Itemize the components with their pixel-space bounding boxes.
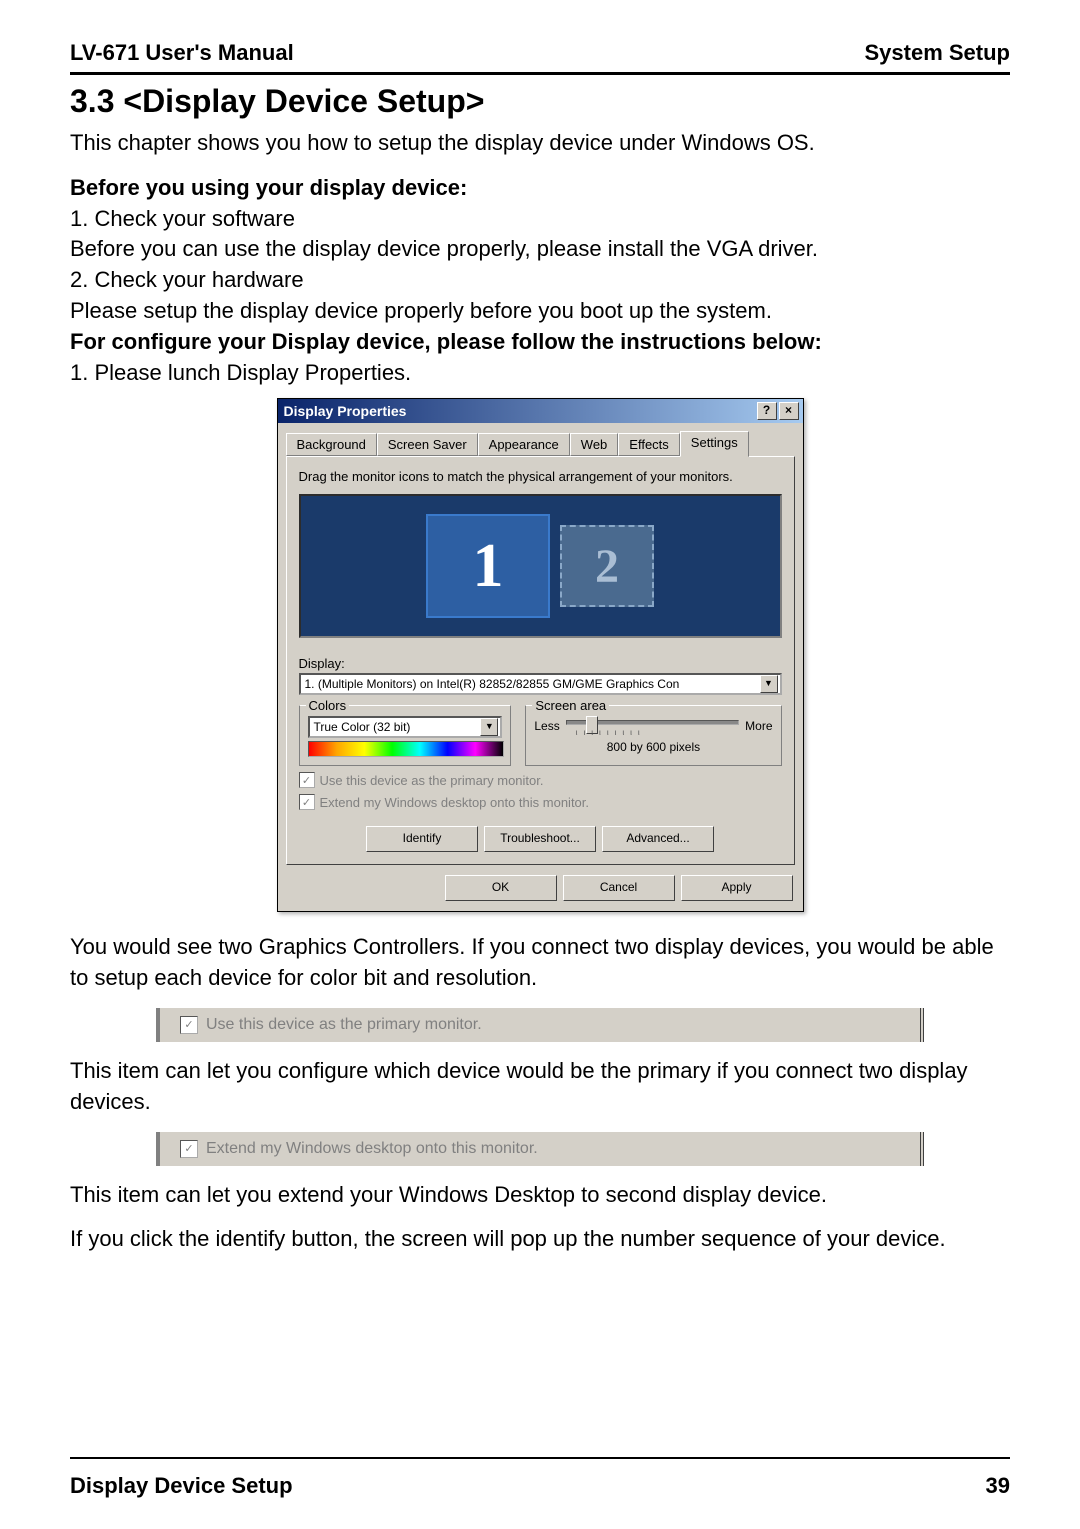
colors-group: Colors True Color (32 bit) ▼ (299, 705, 512, 766)
config-heading: For configure your Display device, pleas… (70, 327, 1010, 358)
tab-strip: Background Screen Saver Appearance Web E… (286, 431, 795, 456)
snippet-extend: ✓ Extend my Windows desktop onto this mo… (156, 1132, 924, 1166)
dialog-title: Display Properties (284, 403, 407, 419)
config-step1: 1. Please lunch Display Properties. (70, 358, 1010, 389)
screen-area-group: Screen area Less ιιιιιιιιι More 800 by 6… (525, 705, 781, 766)
primary-monitor-label: Use this device as the primary monitor. (320, 773, 544, 788)
footer-rule (70, 1457, 1010, 1459)
resolution-slider[interactable]: ιιιιιιιιι (566, 716, 739, 736)
extend-desktop-checkbox-row: ✓ Extend my Windows desktop onto this mo… (299, 794, 782, 810)
step1-desc: Before you can use the display device pr… (70, 234, 1010, 265)
primary-monitor-checkbox-row: ✓ Use this device as the primary monitor… (299, 772, 782, 788)
identify-button[interactable]: Identify (366, 826, 478, 852)
section-title: 3.3 <Display Device Setup> (70, 83, 1010, 120)
slider-less-label: Less (534, 719, 559, 733)
header-left: LV-671 User's Manual (70, 40, 294, 66)
extend-desktop-label: Extend my Windows desktop onto this moni… (320, 795, 590, 810)
colors-group-title: Colors (306, 698, 350, 713)
step2: 2. Check your hardware (70, 265, 1010, 296)
slider-more-label: More (745, 719, 772, 733)
tab-background[interactable]: Background (286, 433, 377, 456)
troubleshoot-button[interactable]: Troubleshoot... (484, 826, 596, 852)
dropdown-arrow-icon[interactable]: ▼ (760, 675, 778, 693)
screen-area-title: Screen area (532, 698, 609, 713)
tab-effects[interactable]: Effects (618, 433, 680, 456)
before-heading: Before you using your display device: (70, 173, 1010, 204)
cancel-button[interactable]: Cancel (563, 875, 675, 901)
footer-left: Display Device Setup (70, 1473, 293, 1499)
resolution-value: 800 by 600 pixels (534, 740, 772, 754)
close-button[interactable]: × (779, 402, 799, 420)
snippet-extend-checkbox: ✓ (180, 1140, 198, 1158)
ok-button[interactable]: OK (445, 875, 557, 901)
advanced-button[interactable]: Advanced... (602, 826, 714, 852)
tab-web[interactable]: Web (570, 433, 619, 456)
tab-settings[interactable]: Settings (680, 431, 749, 457)
monitor-arrangement[interactable]: 1 2 (299, 494, 782, 638)
snippet-extend-label: Extend my Windows desktop onto this moni… (206, 1140, 538, 1158)
para-after-dialog: You would see two Graphics Controllers. … (70, 932, 1010, 994)
para-identify: If you click the identify button, the sc… (70, 1224, 1010, 1255)
para-snippet2: This item can let you extend your Window… (70, 1180, 1010, 1211)
colors-dropdown-value: True Color (32 bit) (314, 720, 411, 734)
extend-desktop-checkbox[interactable]: ✓ (299, 794, 315, 810)
display-dropdown-value: 1. (Multiple Monitors) on Intel(R) 82852… (305, 677, 680, 691)
settings-panel: Drag the monitor icons to match the phys… (286, 456, 795, 865)
footer-page-number: 39 (986, 1473, 1010, 1499)
color-spectrum-bar (308, 741, 505, 757)
dialog-titlebar: Display Properties ? × (278, 399, 803, 423)
tab-screensaver[interactable]: Screen Saver (377, 433, 478, 456)
primary-monitor-checkbox[interactable]: ✓ (299, 772, 315, 788)
header-rule (70, 72, 1010, 75)
step1: 1. Check your software (70, 204, 1010, 235)
header-right: System Setup (865, 40, 1011, 66)
snippet-primary-checkbox: ✓ (180, 1016, 198, 1034)
drag-instruction: Drag the monitor icons to match the phys… (299, 469, 782, 484)
display-dropdown[interactable]: 1. (Multiple Monitors) on Intel(R) 82852… (299, 673, 782, 695)
help-button[interactable]: ? (757, 402, 777, 420)
apply-button[interactable]: Apply (681, 875, 793, 901)
monitor-1-icon[interactable]: 1 (426, 514, 550, 618)
dropdown-arrow-icon[interactable]: ▼ (480, 718, 498, 736)
colors-dropdown[interactable]: True Color (32 bit) ▼ (308, 716, 503, 738)
display-properties-dialog: Display Properties ? × Background Screen… (277, 398, 804, 912)
snippet-primary: ✓ Use this device as the primary monitor… (156, 1008, 924, 1042)
step2-desc: Please setup the display device properly… (70, 296, 1010, 327)
snippet-primary-label: Use this device as the primary monitor. (206, 1016, 482, 1034)
display-label: Display: (299, 656, 782, 671)
para-snippet1: This item can let you configure which de… (70, 1056, 1010, 1118)
tab-appearance[interactable]: Appearance (478, 433, 570, 456)
intro-text: This chapter shows you how to setup the … (70, 128, 1010, 159)
monitor-2-icon[interactable]: 2 (560, 525, 654, 607)
